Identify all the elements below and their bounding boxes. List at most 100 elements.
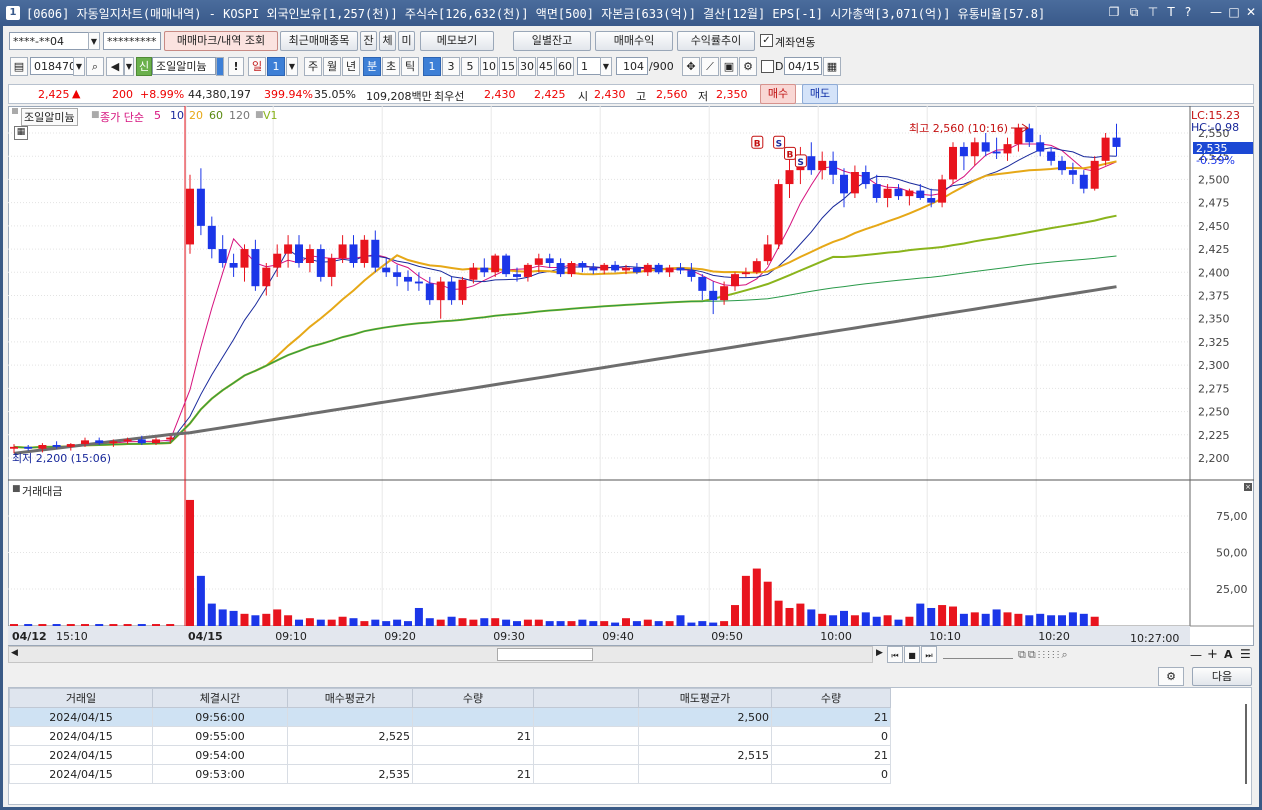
period-week-tab[interactable]: 주 [304, 57, 322, 76]
search-icon[interactable]: ⌕ [86, 57, 104, 76]
maximize-button[interactable]: □ [1226, 4, 1242, 20]
save-icon[interactable]: ▣ [720, 57, 738, 76]
volume-bar [1068, 612, 1077, 626]
account-link-checkbox[interactable]: ✓ [760, 34, 773, 47]
bar-count-field[interactable]: 104 [616, 57, 648, 75]
code-dropdown-icon[interactable]: ▼ [73, 57, 85, 76]
account-field[interactable]: ****-**04 [9, 32, 89, 50]
date-field[interactable]: 04/15 [784, 57, 822, 75]
date-checkbox[interactable] [761, 60, 774, 73]
legend-ma-toggle-icon[interactable]: ■ [91, 110, 100, 120]
zoom-in-icon[interactable]: + [1207, 647, 1218, 662]
minute-30-button[interactable]: 30 [518, 57, 536, 76]
tile-window-icon[interactable]: ⧉ [1126, 4, 1142, 20]
volume-bar [894, 619, 903, 626]
minimize-button[interactable]: — [1208, 4, 1224, 20]
scroll-left-icon[interactable]: ◀ [11, 648, 18, 658]
grid-toggle-icon[interactable]: ▦ [14, 126, 28, 140]
table-row[interactable]: 2024/04/15 09:55:00 2,525 21 0 [9, 726, 891, 746]
trade-mark-query-button[interactable]: 매매마크/내역 조회 [164, 31, 278, 51]
volume-close-icon[interactable]: × [1244, 483, 1252, 491]
sound-dropdown-icon[interactable]: ▼ [124, 57, 134, 76]
period-month-tab[interactable]: 월 [323, 57, 341, 76]
cell-time: 09:53:00 [152, 764, 288, 784]
zoom-out-icon[interactable]: — [1190, 648, 1202, 662]
minute-60-button[interactable]: 60 [556, 57, 574, 76]
volume-tick-label: 75,00 [1216, 510, 1248, 523]
draw-tool-icon[interactable]: ⟋ [701, 57, 719, 76]
alert-button[interactable]: ! [228, 57, 244, 76]
next-button[interactable]: 다음 [1192, 667, 1252, 686]
restore-layout-icon[interactable]: ❐ [1106, 4, 1122, 20]
period-tick-tab[interactable]: 틱 [401, 57, 419, 76]
help-icon[interactable]: ? [1180, 4, 1196, 20]
quote-low-label: 저 [698, 90, 709, 103]
minute-1-button[interactable]: 1 [423, 57, 441, 76]
table-scrollbar[interactable] [1245, 704, 1247, 784]
table-row[interactable]: 2024/04/15 09:54:00 2,515 21 [9, 745, 891, 765]
minute-15-button[interactable]: 15 [499, 57, 517, 76]
balance-button[interactable]: 잔 [360, 31, 377, 51]
price-tick-label: 2,375 [1198, 290, 1230, 303]
candle-body [109, 441, 118, 444]
legend-toggle-icon[interactable] [12, 108, 18, 114]
minute-3-button[interactable]: 3 [442, 57, 460, 76]
text-size-icon[interactable]: A [1224, 648, 1233, 661]
executed-button[interactable]: 체 [379, 31, 396, 51]
indicator-icon[interactable]: ✥ [682, 57, 700, 76]
chart-type-icon[interactable]: ▤ [10, 57, 28, 76]
table-settings-gear-icon[interactable]: ⚙ [1158, 667, 1184, 686]
last-page-icon[interactable]: ⏭ [921, 646, 937, 663]
daily-balance-button[interactable]: 일별잔고 [513, 31, 591, 51]
period-second-tab[interactable]: 초 [382, 57, 400, 76]
menu-icon[interactable]: ☰ [1240, 647, 1251, 661]
close-button[interactable]: ✕ [1243, 4, 1259, 20]
table-row[interactable]: 2024/04/15 09:56:00 2,500 21 [9, 707, 891, 727]
volume-bar [731, 605, 739, 626]
minute-45-button[interactable]: 45 [537, 57, 555, 76]
period-minute-tab[interactable]: 분 [363, 57, 381, 76]
period-day-tab[interactable]: 일 [248, 57, 266, 76]
settings-gear-icon[interactable]: ⚙ [739, 57, 757, 76]
scroll-right-icon[interactable]: ▶ [876, 648, 883, 658]
pin-icon[interactable]: ⊤ [1145, 4, 1161, 20]
account-dropdown-icon[interactable]: ▼ [88, 32, 100, 50]
sound-icon[interactable]: ◀ [106, 57, 124, 76]
volume-toggle-icon[interactable]: ■ [12, 484, 21, 494]
scroll-thumb[interactable] [497, 648, 593, 661]
stock-code-field[interactable]: 018470 [30, 57, 74, 75]
chart-tools-icon[interactable]: ⧉⧉⫶⫶⫶⫶⫶⌕ [1018, 648, 1070, 662]
stop-icon[interactable]: ■ [904, 646, 920, 663]
text-icon[interactable]: T [1163, 4, 1179, 20]
legend-stock-name[interactable]: 조일알미늄 [21, 108, 78, 126]
recent-trades-button[interactable]: 최근매매종목 [280, 31, 358, 51]
candle-body [534, 258, 543, 265]
first-page-icon[interactable]: ⏮ [887, 646, 903, 663]
buy-button[interactable]: 매수 [760, 84, 796, 104]
cell-buy-qty: 21 [412, 726, 534, 746]
trade-profit-button[interactable]: 매매수익 [595, 31, 673, 51]
memo-button[interactable]: 메모보기 [420, 31, 494, 51]
time-label: 09:20 [384, 630, 416, 643]
col-exec-time: 체결시간 [152, 688, 288, 708]
interval-select[interactable]: 1 [577, 57, 601, 75]
chart-svg[interactable]: 2,5502,5252,5002,4752,4502,4252,4002,375… [8, 106, 1254, 646]
table-row[interactable]: 2024/04/15 09:53:00 2,535 21 0 [9, 764, 891, 784]
interval-dropdown-icon[interactable]: ▼ [600, 57, 612, 76]
chart-scrollbar[interactable] [8, 646, 873, 663]
zoom-slider[interactable] [943, 650, 1013, 659]
v1-line [13, 285, 1117, 455]
period-year-tab[interactable]: 년 [342, 57, 360, 76]
calendar-icon[interactable]: ▦ [823, 57, 841, 76]
stock-name-field[interactable]: 조일알미늄 [152, 57, 216, 75]
unfilled-button[interactable]: 미 [398, 31, 415, 51]
period-day-count[interactable]: 1 [267, 57, 285, 76]
minute-5-button[interactable]: 5 [461, 57, 479, 76]
sell-button[interactable]: 매도 [802, 84, 838, 104]
col-blank [533, 688, 639, 708]
volume-bar [458, 618, 467, 626]
return-trend-button[interactable]: 수익률추이 [677, 31, 755, 51]
minute-10-button[interactable]: 10 [480, 57, 498, 76]
password-field[interactable]: ********* [103, 32, 161, 50]
period-dropdown-icon[interactable]: ▼ [286, 57, 298, 76]
